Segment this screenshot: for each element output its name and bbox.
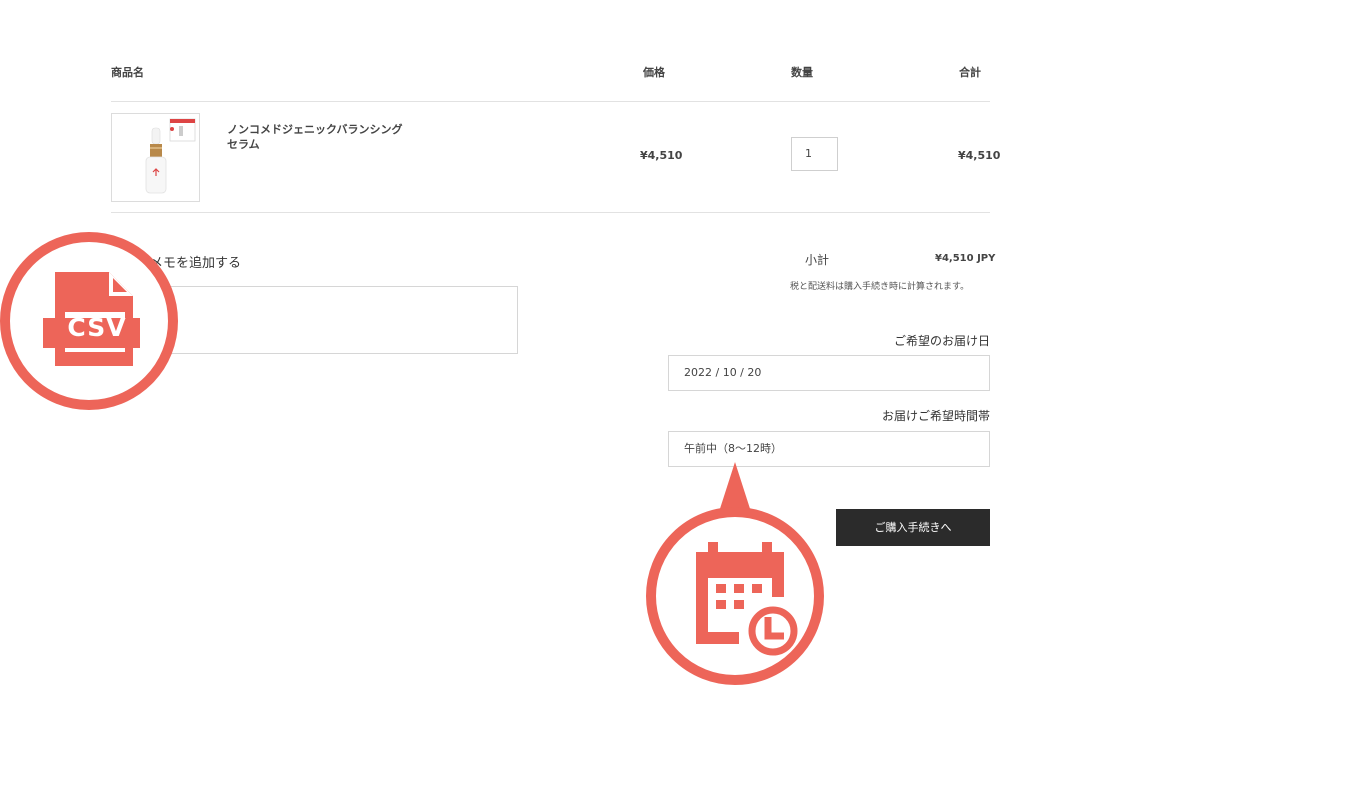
calendar-clock-icon: [696, 542, 798, 656]
header-price: 価格: [643, 66, 665, 79]
product-name-line2: セラム: [227, 138, 260, 151]
product-price: ¥4,510: [640, 149, 683, 162]
delivery-date-field[interactable]: 2022 / 10 / 20: [668, 355, 990, 391]
product-line-total: ¥4,510: [958, 149, 1001, 162]
product-name-line1: ノンコメドジェニックバランシング: [227, 123, 403, 136]
subtotal-value: ¥4,510 JPY: [935, 253, 996, 264]
subtotal-label: 小計: [805, 253, 830, 267]
memo-label: メモを追加する: [150, 256, 242, 271]
product-name[interactable]: ノンコメドジェニックバランシング セラム: [227, 122, 402, 152]
tax-note: 税と配送料は購入手続き時に計算されます。: [790, 282, 970, 292]
quantity-input[interactable]: 1: [791, 137, 838, 171]
header-quantity: 数量: [791, 66, 813, 79]
csv-badge: CSV: [0, 232, 178, 410]
checkout-button[interactable]: ご購入手続きへ: [836, 509, 990, 546]
product-bottle-image: [145, 118, 196, 194]
delivery-time-label: お届けご希望時間帯: [881, 409, 990, 423]
product-thumbnail[interactable]: [111, 113, 200, 202]
table-divider-bottom: [111, 212, 990, 213]
header-product: 商品名: [111, 66, 144, 79]
delivery-date-label: ご希望のお届け日: [893, 334, 990, 348]
header-total: 合計: [959, 66, 981, 79]
calendar-badge: [646, 507, 824, 685]
csv-label: CSV: [67, 313, 127, 342]
table-divider-top: [111, 101, 990, 102]
